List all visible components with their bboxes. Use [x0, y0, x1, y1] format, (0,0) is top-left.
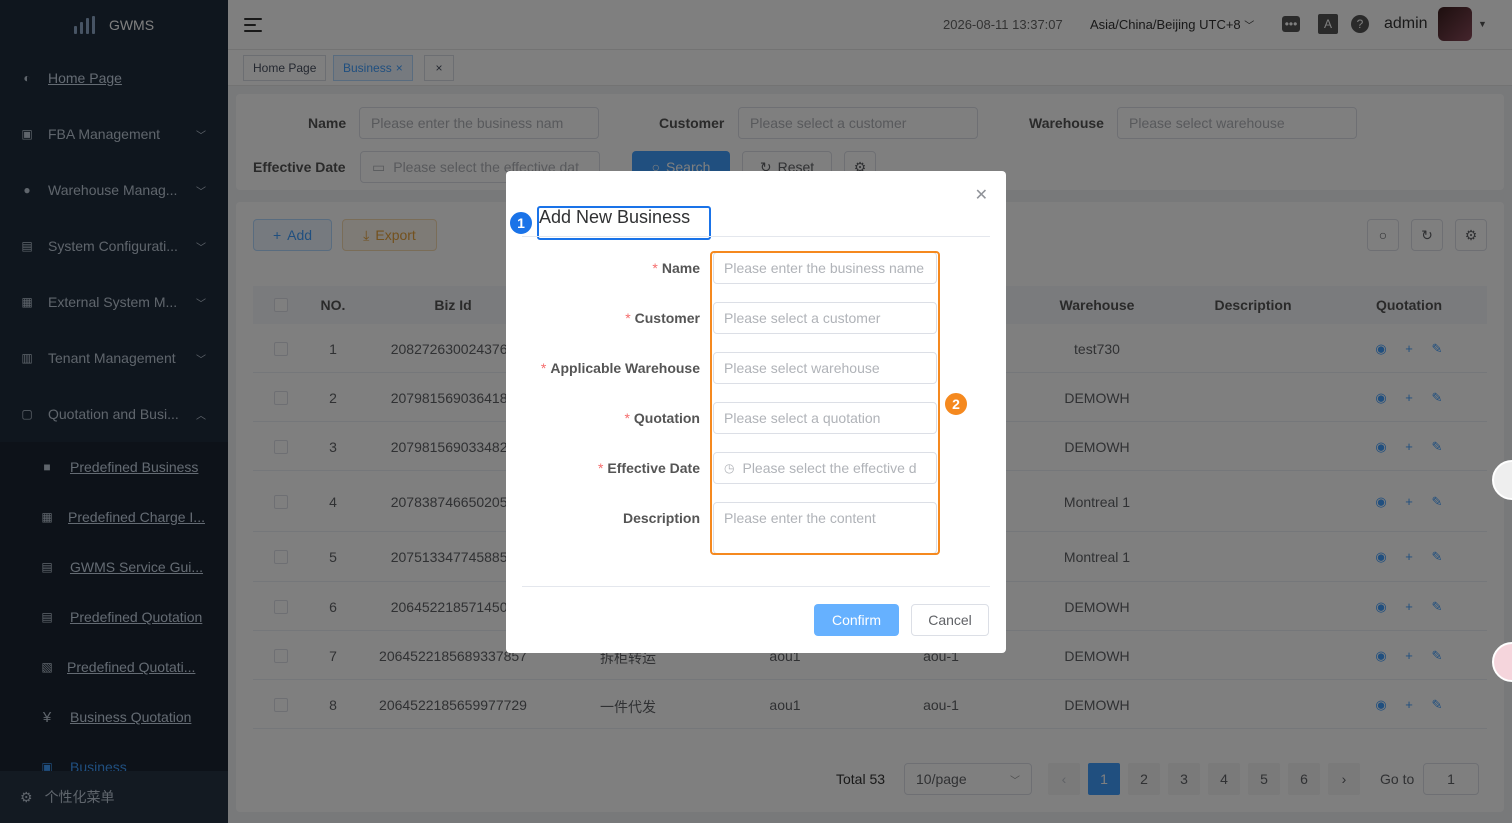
dialog-footer-divider [522, 586, 990, 587]
title-highlight-box [537, 206, 711, 240]
field-name-label: * Name [652, 260, 700, 276]
add-business-dialog: Add New Business ✕ * Name Please enter th… [506, 171, 1006, 653]
dialog-header-divider [522, 236, 990, 237]
form-highlight-box [710, 251, 940, 555]
field-date-label-text: Effective Date [607, 460, 700, 476]
field-quotation-label-text: Quotation [633, 410, 700, 426]
field-customer-label-text: Customer [634, 310, 700, 326]
field-customer-label: * Customer [625, 310, 700, 326]
field-warehouse-label: * Applicable Warehouse [540, 360, 700, 376]
field-name-label-text: Name [661, 260, 700, 276]
cancel-button[interactable]: Cancel [911, 604, 989, 636]
annotation-badge-1: 1 [508, 210, 534, 236]
field-warehouse-label-text: Applicable Warehouse [550, 360, 700, 376]
annotation-badge-2: 2 [943, 391, 969, 417]
confirm-button[interactable]: Confirm [814, 604, 899, 636]
close-icon[interactable]: ✕ [975, 185, 988, 205]
field-date-label: * Effective Date [597, 460, 700, 476]
field-quotation-label: * Quotation [624, 410, 700, 426]
app-root: { "app": {"name": "GWMS", "footer_menu":… [0, 0, 1512, 823]
field-description-label: Description [622, 510, 700, 526]
